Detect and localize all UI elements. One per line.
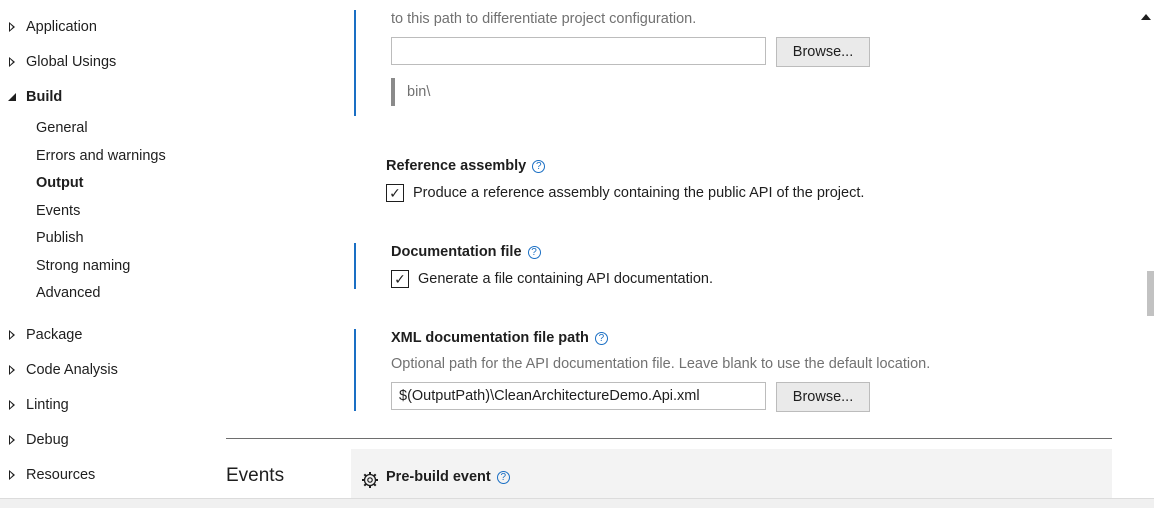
sidebar-subitem-publish[interactable]: Publish xyxy=(36,227,84,249)
sidebar-subitem-strong-naming[interactable]: Strong naming xyxy=(36,255,130,277)
sidebar-item-label: Code Analysis xyxy=(26,362,118,378)
sidebar-subitem-events[interactable]: Events xyxy=(36,200,80,222)
sidebar-item-build[interactable]: Build xyxy=(0,85,62,109)
sidebar-item-label: Application xyxy=(26,19,97,35)
sidebar-item-label: Global Usings xyxy=(26,54,117,70)
help-icon[interactable]: ? xyxy=(594,331,608,345)
xml-doc-path-input[interactable] xyxy=(391,382,766,410)
sidebar-item-label: Build xyxy=(26,89,63,105)
help-icon[interactable]: ? xyxy=(496,470,510,484)
sidebar-item-label: Debug xyxy=(26,432,69,448)
sidebar-item-resources[interactable]: Resources xyxy=(0,463,95,487)
reference-assembly-title: Reference assembly xyxy=(386,158,527,174)
documentation-file-title: Documentation file xyxy=(391,244,522,260)
help-icon[interactable]: ? xyxy=(532,159,546,173)
sidebar-subitem-label: General xyxy=(36,120,88,136)
chevron-right-icon[interactable] xyxy=(0,330,26,340)
documentation-file-heading: Documentation file ? xyxy=(391,244,541,260)
xml-doc-path-description: Optional path for the API documentation … xyxy=(391,356,931,372)
setting-focus-indicator xyxy=(354,10,356,116)
setting-focus-indicator xyxy=(354,243,356,289)
scroll-up-icon[interactable] xyxy=(1141,14,1151,20)
xml-doc-path-browse-button[interactable]: Browse... xyxy=(776,382,870,412)
help-icon[interactable]: ? xyxy=(527,245,541,259)
sidebar-item-label: Package xyxy=(26,327,83,343)
reference-assembly-heading: Reference assembly ? xyxy=(386,158,546,174)
chevron-right-icon[interactable] xyxy=(0,365,26,375)
sidebar-subitem-label: Advanced xyxy=(36,285,101,301)
output-path-browse-button[interactable]: Browse... xyxy=(776,37,870,67)
reference-assembly-checkbox[interactable]: ✓ xyxy=(386,184,404,202)
documentation-file-label: Generate a file containing API documenta… xyxy=(418,271,714,287)
output-path-input[interactable] xyxy=(391,37,766,65)
output-path-description: to this path to differentiate project co… xyxy=(391,11,697,27)
reference-assembly-checkbox-row[interactable]: ✓ Produce a reference assembly containin… xyxy=(386,184,864,202)
sidebar-subitem-errors-and-warnings[interactable]: Errors and warnings xyxy=(36,145,166,167)
sidebar-item-label: Resources xyxy=(26,467,96,483)
sidebar-subitem-label: Errors and warnings xyxy=(36,148,166,164)
sidebar-item-label: Linting xyxy=(26,397,69,413)
chevron-down-icon[interactable] xyxy=(0,93,26,101)
sidebar-item-code-analysis[interactable]: Code Analysis xyxy=(0,358,118,382)
chevron-right-icon[interactable] xyxy=(0,57,26,67)
events-section-title: Events xyxy=(226,465,285,486)
sidebar-item-application[interactable]: Application xyxy=(0,15,97,39)
vertical-scrollbar-thumb[interactable] xyxy=(1147,271,1154,316)
sidebar-subitem-label: Output xyxy=(36,175,84,191)
sidebar-subitem-label: Publish xyxy=(36,230,84,246)
sidebar-subitem-label: Events xyxy=(36,203,81,219)
chevron-right-icon[interactable] xyxy=(0,400,26,410)
sidebar-item-linting[interactable]: Linting xyxy=(0,393,69,417)
sidebar-subitem-general[interactable]: General xyxy=(36,117,88,139)
xml-doc-path-heading: XML documentation file path ? xyxy=(391,330,608,346)
sidebar-subitem-label: Strong naming xyxy=(36,258,131,274)
prebuild-event-heading: Pre-build event ? xyxy=(386,469,510,485)
chevron-right-icon[interactable] xyxy=(0,470,26,480)
reference-assembly-label: Produce a reference assembly containing … xyxy=(413,185,865,201)
chevron-right-icon[interactable] xyxy=(0,435,26,445)
gear-icon xyxy=(361,471,379,489)
prebuild-event-title: Pre-build event xyxy=(386,469,491,485)
documentation-file-checkbox[interactable]: ✓ xyxy=(391,270,409,288)
sidebar-subitem-output[interactable]: Output xyxy=(36,172,84,194)
chevron-right-icon[interactable] xyxy=(0,22,26,32)
documentation-file-checkbox-row[interactable]: ✓ Generate a file containing API documen… xyxy=(391,270,713,288)
checkmark-icon: ✓ xyxy=(394,271,406,287)
sidebar-item-package[interactable]: Package xyxy=(0,323,82,347)
setting-focus-indicator xyxy=(354,329,356,411)
output-path-preview: bin\ xyxy=(391,78,430,106)
sidebar-item-global-usings[interactable]: Global Usings xyxy=(0,50,116,74)
sidebar-item-debug[interactable]: Debug xyxy=(0,428,69,452)
xml-doc-path-title: XML documentation file path xyxy=(391,330,589,346)
section-divider xyxy=(226,438,1112,439)
checkmark-icon: ✓ xyxy=(389,185,401,201)
sidebar-subitem-advanced[interactable]: Advanced xyxy=(36,282,101,304)
